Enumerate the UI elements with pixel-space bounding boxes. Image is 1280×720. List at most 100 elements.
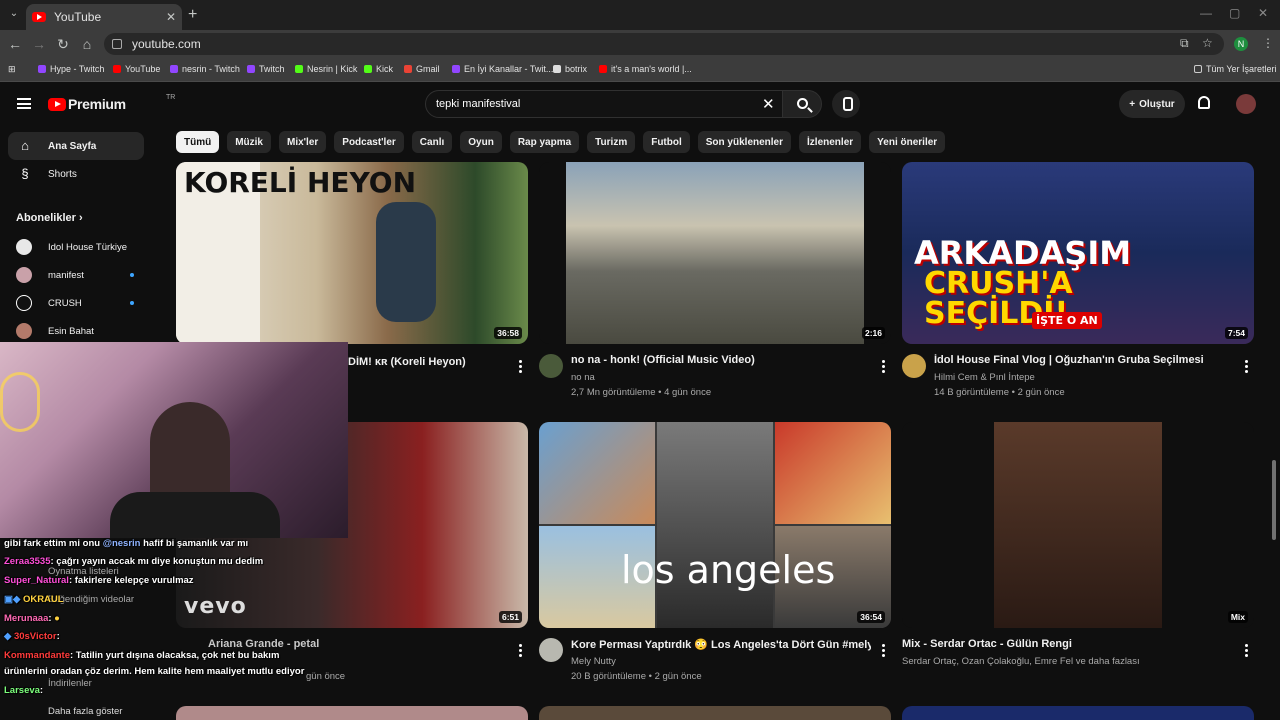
bookmark-star-icon[interactable]: ☆	[1202, 36, 1213, 50]
create-button[interactable]: + Oluştur	[1119, 90, 1185, 118]
restore-icon[interactable]: ▢	[1229, 6, 1240, 20]
hamburger-menu-icon[interactable]	[17, 98, 31, 109]
bookmark-gmail[interactable]: Gmail	[404, 64, 440, 74]
chat-mention: @nesrin	[102, 538, 141, 549]
bookmark-botrix[interactable]: botrix	[553, 64, 587, 74]
bookmark-en-iyi-kanallar[interactable]: En İyi Kanallar - Twit...	[452, 64, 553, 74]
sidebar-item-home[interactable]: ⌂ Ana Sayfa	[8, 132, 144, 160]
address-bar[interactable]: youtube.com	[104, 33, 1224, 55]
video-title[interactable]: Mix - Serdar Ortac - Gülün Rengi	[902, 638, 1242, 650]
video-meta: 2,7 Mn görüntüleme • 4 gün önce	[571, 387, 712, 398]
youtube-icon	[599, 65, 607, 73]
sidebar-item-downloads[interactable]: İndirilenler	[48, 678, 92, 689]
chip-mixes[interactable]: Mix'ler	[279, 131, 327, 153]
browser-tab[interactable]: YouTube ✕	[26, 4, 182, 30]
channel-avatar[interactable]	[539, 638, 563, 662]
chat-message: Merunaaa: ●	[4, 613, 60, 624]
video-title[interactable]: Kore Perması Yaptırdık 😳 Los Angeles'ta …	[571, 638, 871, 651]
subscriptions-heading[interactable]: Abonelikler ›	[16, 212, 83, 224]
scrollbar-thumb[interactable]	[1272, 460, 1276, 540]
channel-avatar[interactable]	[902, 354, 926, 378]
video-title[interactable]: Ariana Grande - petal	[208, 638, 408, 650]
new-tab-icon[interactable]: +	[188, 6, 197, 24]
search-icon	[797, 98, 808, 109]
apps-icon[interactable]: ⊞	[8, 64, 16, 75]
close-tab-icon[interactable]: ✕	[166, 10, 176, 24]
video-title[interactable]: DİM! ᴋʀ (Koreli Heyon)	[348, 356, 508, 368]
youtube-premium-logo[interactable]: Premium TR	[48, 94, 175, 112]
video-thumbnail[interactable]	[176, 706, 528, 720]
reload-icon[interactable]: ↻	[55, 36, 71, 53]
chip-football[interactable]: Futbol	[643, 131, 690, 153]
search-input[interactable]: tepki manifestival	[425, 90, 787, 118]
subscription-item[interactable]: Idol House Türkiye	[16, 239, 134, 255]
video-thumbnail[interactable]	[902, 706, 1254, 720]
bookmark-nesrin-twitch[interactable]: nesrin - Twitch	[170, 64, 240, 74]
video-duration: 7:54	[1224, 327, 1248, 339]
video-more-icon[interactable]	[519, 360, 523, 375]
channel-avatar[interactable]	[539, 354, 563, 378]
subscription-item[interactable]: manifest	[16, 267, 134, 283]
install-app-icon[interactable]: ⧉	[1180, 36, 1189, 51]
video-title[interactable]: İdol House Final Vlog | Oğuzhan'ın Gruba…	[934, 354, 1234, 366]
address-toolbar: ← → ↻ ⌂ youtube.com ⧉ ☆ N ⋮	[0, 30, 1280, 58]
search-button[interactable]	[782, 90, 822, 118]
clear-search-icon[interactable]: ✕	[762, 95, 775, 113]
twitch-icon	[170, 65, 178, 73]
subscriptions-label: Abonelikler	[16, 212, 76, 224]
video-more-icon[interactable]	[1245, 644, 1249, 659]
video-more-icon[interactable]	[519, 644, 523, 659]
bookmark-mans-world[interactable]: it's a man's world |...	[599, 64, 692, 74]
bookmark-youtube[interactable]: YouTube	[113, 64, 160, 74]
bookmark-nesrin-kick[interactable]: Nesrin | Kick	[295, 64, 357, 74]
chip-music[interactable]: Müzik	[227, 131, 271, 153]
chip-all[interactable]: Tümü	[176, 131, 220, 153]
bookmark-hype-twitch[interactable]: Hype - Twitch	[38, 64, 104, 74]
chat-message: ürünlerini oradan çöz derim. Hem kalite …	[4, 666, 304, 677]
sidebar-show-more[interactable]: Daha fazla göster	[48, 706, 122, 717]
video-more-icon[interactable]	[882, 360, 886, 375]
browser-menu-icon[interactable]: ⋮	[1262, 36, 1274, 50]
video-more-icon[interactable]	[882, 644, 886, 659]
video-more-icon[interactable]	[1245, 360, 1249, 375]
video-thumbnail[interactable]: Mix	[902, 422, 1254, 628]
minimize-icon[interactable]: —	[1200, 6, 1212, 20]
video-thumbnail[interactable]	[539, 706, 891, 720]
video-title[interactable]: no na - honk! (Official Music Video)	[571, 354, 871, 366]
channel-name[interactable]: Hilmi Cem & Pınl İntepe	[934, 372, 1035, 383]
site-info-icon[interactable]	[112, 39, 122, 49]
chip-rap[interactable]: Rap yapma	[509, 131, 580, 153]
profile-avatar[interactable]: N	[1234, 37, 1248, 51]
voice-search-icon[interactable]	[832, 90, 860, 118]
chip-gaming[interactable]: Oyun	[460, 131, 502, 153]
back-icon[interactable]: ←	[7, 36, 23, 52]
chip-new-to-you[interactable]: Yeni öneriler	[869, 131, 946, 153]
channel-name[interactable]: Serdar Ortaç, Ozan Çolakoğlu, Emre Fel v…	[902, 656, 1140, 667]
video-thumbnail[interactable]: los angeles 36:54	[539, 422, 891, 628]
subscription-item[interactable]: CRUSH	[16, 295, 134, 311]
chip-live[interactable]: Canlı	[411, 131, 453, 153]
bookmark-twitch[interactable]: Twitch	[247, 64, 285, 74]
tab-search-icon[interactable]: ⌄	[6, 6, 22, 22]
channel-avatar	[16, 323, 32, 339]
notifications-bell-icon[interactable]	[1198, 96, 1210, 109]
video-thumbnail[interactable]: KORELİ HEYON 36:58	[176, 162, 528, 344]
close-window-icon[interactable]: ✕	[1258, 6, 1268, 20]
chip-podcasts[interactable]: Podcast'ler	[334, 131, 404, 153]
forward-icon[interactable]: →	[31, 36, 47, 52]
account-avatar[interactable]	[1236, 94, 1256, 114]
chip-recently-uploaded[interactable]: Son yüklenenler	[697, 131, 792, 153]
video-thumbnail[interactable]: 2:16	[539, 162, 891, 344]
subscription-item[interactable]: Esin Bahat	[16, 323, 134, 339]
video-thumbnail[interactable]: ARKADAŞIM CRUSH'A SEÇİLDİ! İŞTE O AN 7:5…	[902, 162, 1254, 344]
chip-tourism[interactable]: Turizm	[587, 131, 636, 153]
channel-name[interactable]: no na	[571, 372, 595, 383]
all-bookmarks[interactable]: Tüm Yer İşaretleri	[1194, 64, 1277, 74]
channel-name[interactable]: Mely Nutty	[571, 656, 616, 667]
channel-avatar	[16, 267, 32, 283]
thumbnail-text: los angeles	[621, 548, 836, 592]
bookmark-kick[interactable]: Kick	[364, 64, 393, 74]
sidebar-item-shorts[interactable]: § Shorts	[8, 160, 144, 188]
chip-watched[interactable]: İzlenenler	[799, 131, 862, 153]
home-icon[interactable]: ⌂	[79, 36, 95, 52]
